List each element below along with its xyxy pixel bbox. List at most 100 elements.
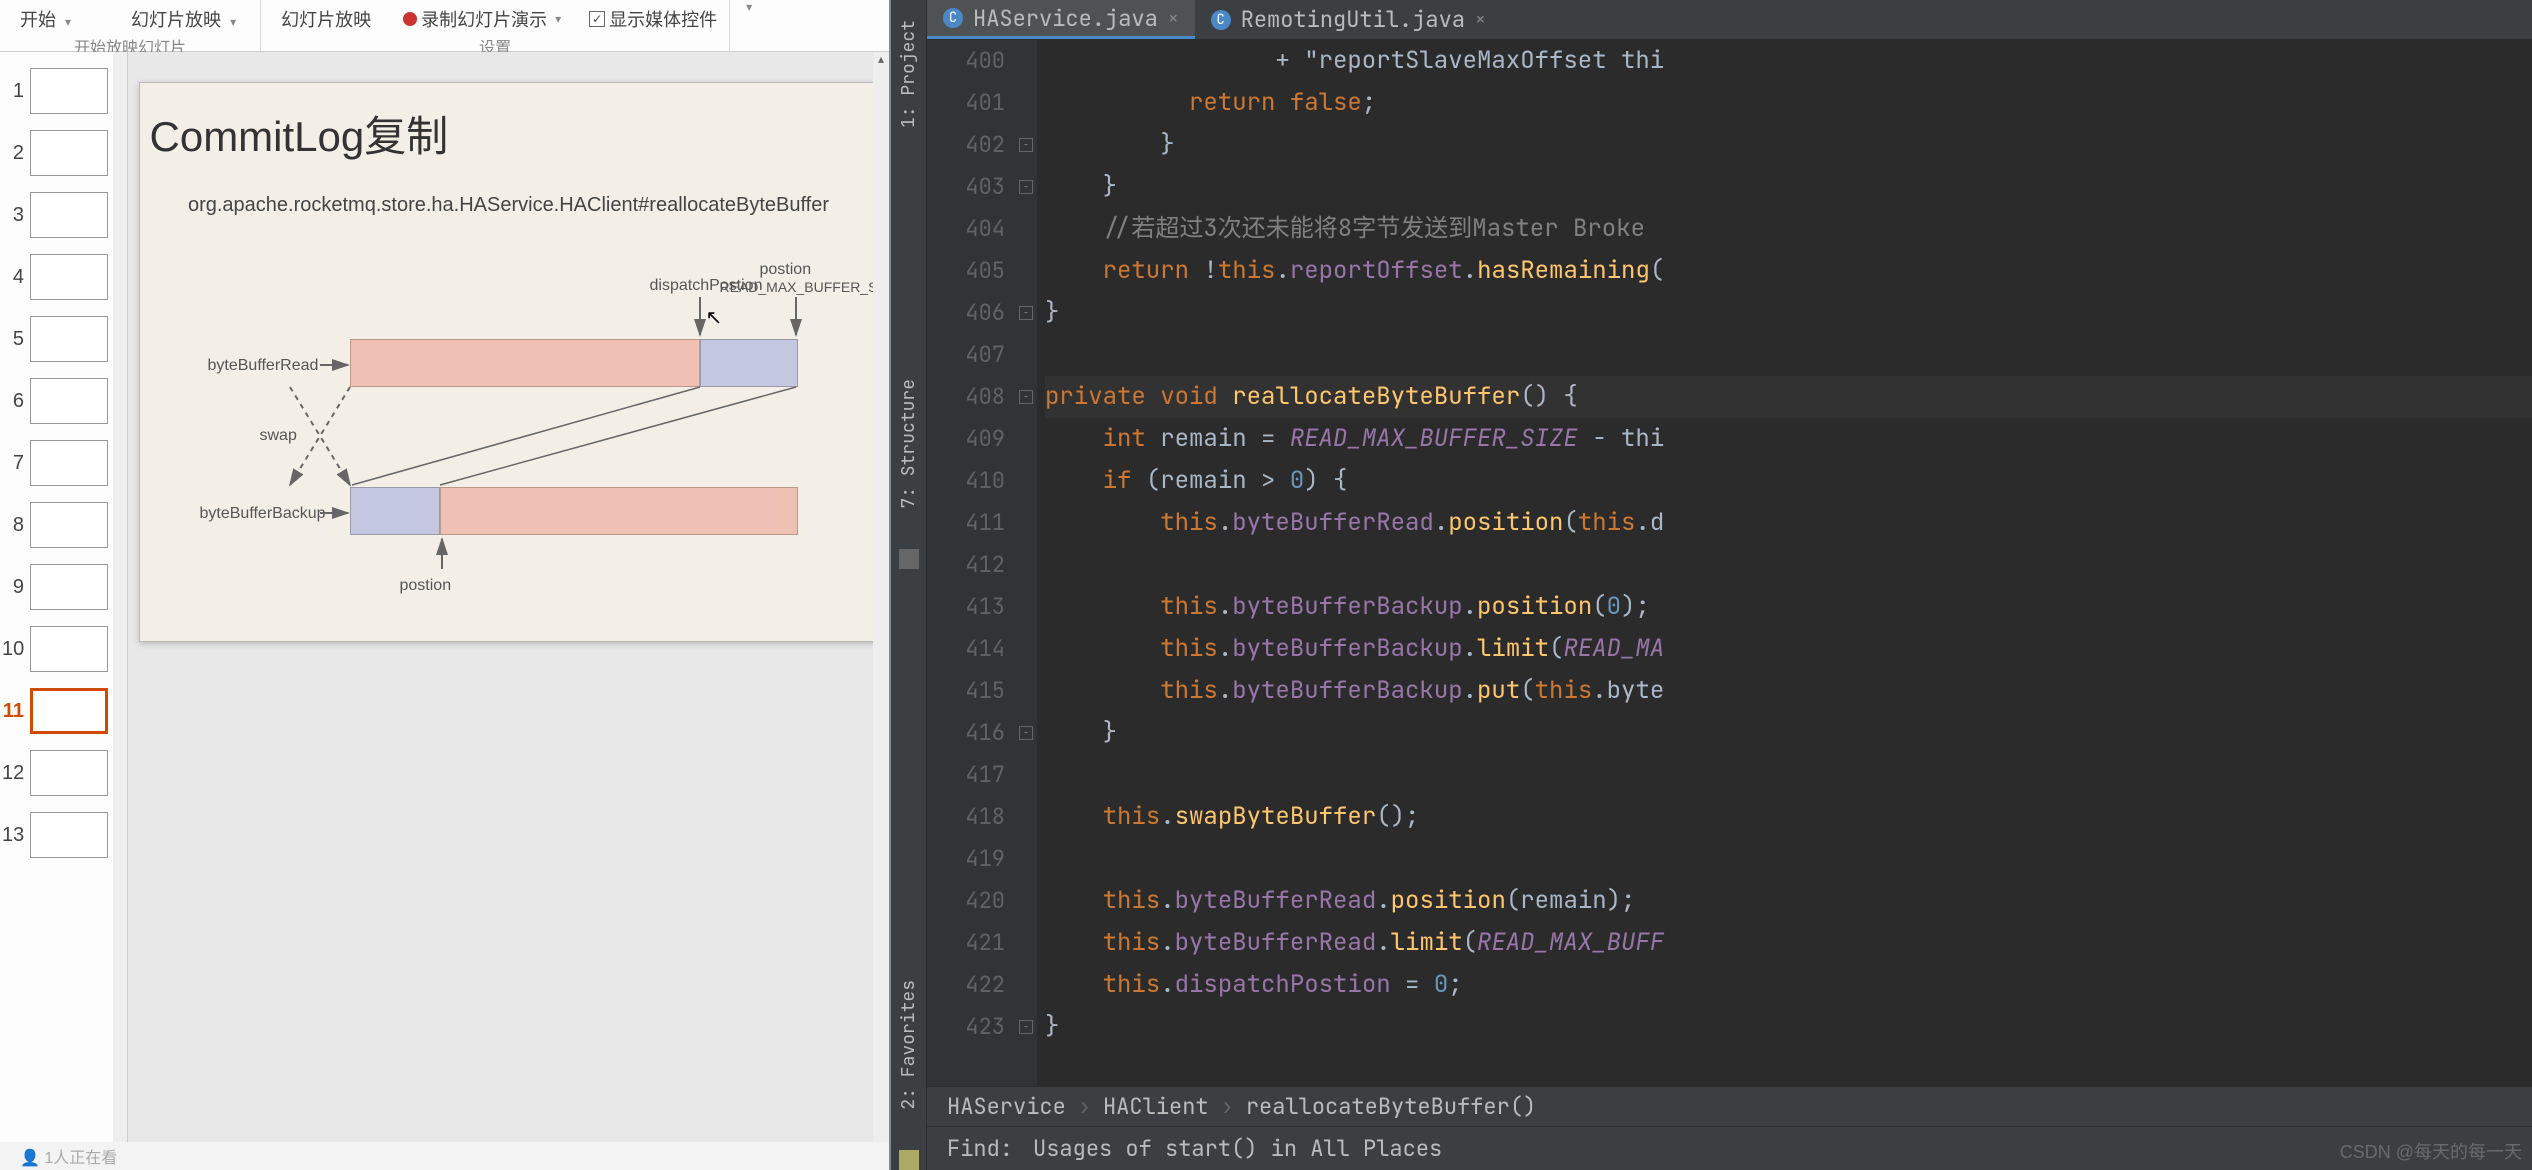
code-line[interactable] <box>1045 838 2532 880</box>
start-button[interactable]: 开始 ▾ <box>12 4 83 34</box>
fold-column[interactable]: − − − − − − <box>1017 40 1037 1086</box>
code-area[interactable]: + "reportSlaveMaxOffset thi return false… <box>1037 40 2532 1086</box>
line-number[interactable]: 407 <box>927 334 1005 376</box>
line-number[interactable]: 400 <box>927 40 1005 82</box>
slide-canvas[interactable]: CommitLog复制 org.apache.rocketmq.store.ha… <box>139 82 879 642</box>
line-number[interactable]: 412 <box>927 544 1005 586</box>
line-number[interactable]: 409 <box>927 418 1005 460</box>
thumbnail[interactable]: 13 <box>0 804 127 866</box>
star-icon[interactable] <box>899 1150 919 1170</box>
code-line[interactable]: //若超过3次还未能将8字节发送到Master Broke <box>1045 208 2532 250</box>
close-icon[interactable]: × <box>1168 7 1179 30</box>
ribbon-expand[interactable]: ▾ <box>730 0 768 51</box>
fold-icon[interactable]: − <box>1019 1020 1033 1034</box>
crumb[interactable]: HAService <box>947 1092 1066 1121</box>
code-line[interactable]: } <box>1045 292 2532 334</box>
sidebar-favorites[interactable]: 2: Favorites <box>897 970 920 1120</box>
thumbnail[interactable]: 9 <box>0 556 127 618</box>
scroll-up-icon[interactable]: ▴ <box>873 52 889 68</box>
dropdown-icon: ▾ <box>61 15 75 29</box>
editor[interactable]: 4004014024034044054064074084094104114124… <box>927 40 2532 1086</box>
line-number[interactable]: 414 <box>927 628 1005 670</box>
code-line[interactable]: return false; <box>1045 82 2532 124</box>
thumb-number: 4 <box>2 266 24 289</box>
line-number[interactable]: 402 <box>927 124 1005 166</box>
crumb[interactable]: HAClient <box>1103 1092 1209 1121</box>
fold-icon[interactable]: − <box>1019 180 1033 194</box>
thumbnail[interactable]: 12 <box>0 742 127 804</box>
line-number[interactable]: 419 <box>927 838 1005 880</box>
editor-tab[interactable]: CHAService.java× <box>927 0 1195 39</box>
show-media-check[interactable]: ✓ 显示媒体控件 <box>589 6 717 32</box>
line-number[interactable]: 411 <box>927 502 1005 544</box>
fold-icon[interactable]: − <box>1019 306 1033 320</box>
code-line[interactable]: this.byteBufferBackup.position(0); <box>1045 586 2532 628</box>
fold-icon[interactable]: − <box>1019 726 1033 740</box>
crumb[interactable]: reallocateByteBuffer() <box>1246 1092 1536 1121</box>
line-number[interactable]: 422 <box>927 964 1005 1006</box>
line-number[interactable]: 405 <box>927 250 1005 292</box>
thumbnail-panel[interactable]: 12345678910111213 <box>0 52 128 1142</box>
sidebar-icon[interactable] <box>899 549 919 569</box>
code-line[interactable] <box>1045 334 2532 376</box>
editor-tab[interactable]: CRemotingUtil.java× <box>1195 0 1502 39</box>
code-line[interactable] <box>1045 754 2532 796</box>
thumbnail[interactable]: 4 <box>0 246 127 308</box>
find-bar[interactable]: Find: Usages of start() in All Places <box>927 1126 2532 1170</box>
line-number[interactable]: 420 <box>927 880 1005 922</box>
code-line[interactable]: } <box>1045 712 2532 754</box>
code-line[interactable]: } <box>1045 124 2532 166</box>
thumbnail[interactable]: 11 <box>0 680 127 742</box>
thumbnail[interactable]: 6 <box>0 370 127 432</box>
fold-icon[interactable]: − <box>1019 390 1033 404</box>
gutter[interactable]: 4004014024034044054064074084094104114124… <box>927 40 1017 1086</box>
line-number[interactable]: 416 <box>927 712 1005 754</box>
sidebar-structure[interactable]: 7: Structure <box>897 369 920 519</box>
line-number[interactable]: 406 <box>927 292 1005 334</box>
code-line[interactable]: this.byteBufferBackup.put(this.byte <box>1045 670 2532 712</box>
code-line[interactable]: } <box>1045 1006 2532 1048</box>
code-line[interactable]: return !this.reportOffset.hasRemaining( <box>1045 250 2532 292</box>
thumb-preview <box>30 378 108 424</box>
thumbnail[interactable]: 2 <box>0 122 127 184</box>
code-line[interactable]: if (remain > 0) { <box>1045 460 2532 502</box>
code-line[interactable]: this.byteBufferBackup.limit(READ_MA <box>1045 628 2532 670</box>
line-number[interactable]: 418 <box>927 796 1005 838</box>
code-line[interactable]: this.dispatchPostion = 0; <box>1045 964 2532 1006</box>
line-number[interactable]: 404 <box>927 208 1005 250</box>
scrollbar[interactable]: ▴ <box>873 52 889 1142</box>
code-line[interactable] <box>1045 544 2532 586</box>
breadcrumb[interactable]: HAService › HAClient › reallocateByteBuf… <box>927 1086 2532 1126</box>
thumbnail[interactable]: 5 <box>0 308 127 370</box>
sidebar-project[interactable]: 1: Project <box>897 10 920 138</box>
code-line[interactable]: this.byteBufferRead.position(remain); <box>1045 880 2532 922</box>
slideshow-button-1[interactable]: 幻灯片放映 ▾ <box>123 4 248 34</box>
line-number[interactable]: 417 <box>927 754 1005 796</box>
line-number[interactable]: 410 <box>927 460 1005 502</box>
line-number[interactable]: 408 <box>927 376 1005 418</box>
code-line[interactable]: int remain = READ_MAX_BUFFER_SIZE - thi <box>1045 418 2532 460</box>
code-line[interactable]: + "reportSlaveMaxOffset thi <box>1045 40 2532 82</box>
line-number[interactable]: 423 <box>927 1006 1005 1048</box>
record-button[interactable]: 录制幻灯片演示 ▾ <box>403 6 565 32</box>
code-line[interactable]: } <box>1045 166 2532 208</box>
thumbnail[interactable]: 3 <box>0 184 127 246</box>
thumbnail[interactable]: 1 <box>0 60 127 122</box>
code-line[interactable]: this.swapByteBuffer(); <box>1045 796 2532 838</box>
thumbnail[interactable]: 10 <box>0 618 127 680</box>
code-line[interactable]: this.byteBufferRead.limit(READ_MAX_BUFF <box>1045 922 2532 964</box>
thumbnail[interactable]: 7 <box>0 432 127 494</box>
fold-icon[interactable]: − <box>1019 138 1033 152</box>
line-number[interactable]: 403 <box>927 166 1005 208</box>
ribbon: 开始 ▾ 幻灯片放映 ▾ 开始放映幻灯片 幻灯片放映 录制幻灯片演示 ▾ ✓ 显… <box>0 0 889 52</box>
line-number[interactable]: 421 <box>927 922 1005 964</box>
slideshow-button-2[interactable]: 幻灯片放映 <box>273 4 379 34</box>
thumbnail[interactable]: 8 <box>0 494 127 556</box>
line-number[interactable]: 401 <box>927 82 1005 124</box>
line-number[interactable]: 413 <box>927 586 1005 628</box>
close-icon[interactable]: × <box>1475 8 1486 31</box>
code-line[interactable]: this.byteBufferRead.position(this.d <box>1045 502 2532 544</box>
scrollbar[interactable] <box>113 52 127 1142</box>
code-line[interactable]: private void reallocateByteBuffer() { <box>1045 376 2532 418</box>
line-number[interactable]: 415 <box>927 670 1005 712</box>
